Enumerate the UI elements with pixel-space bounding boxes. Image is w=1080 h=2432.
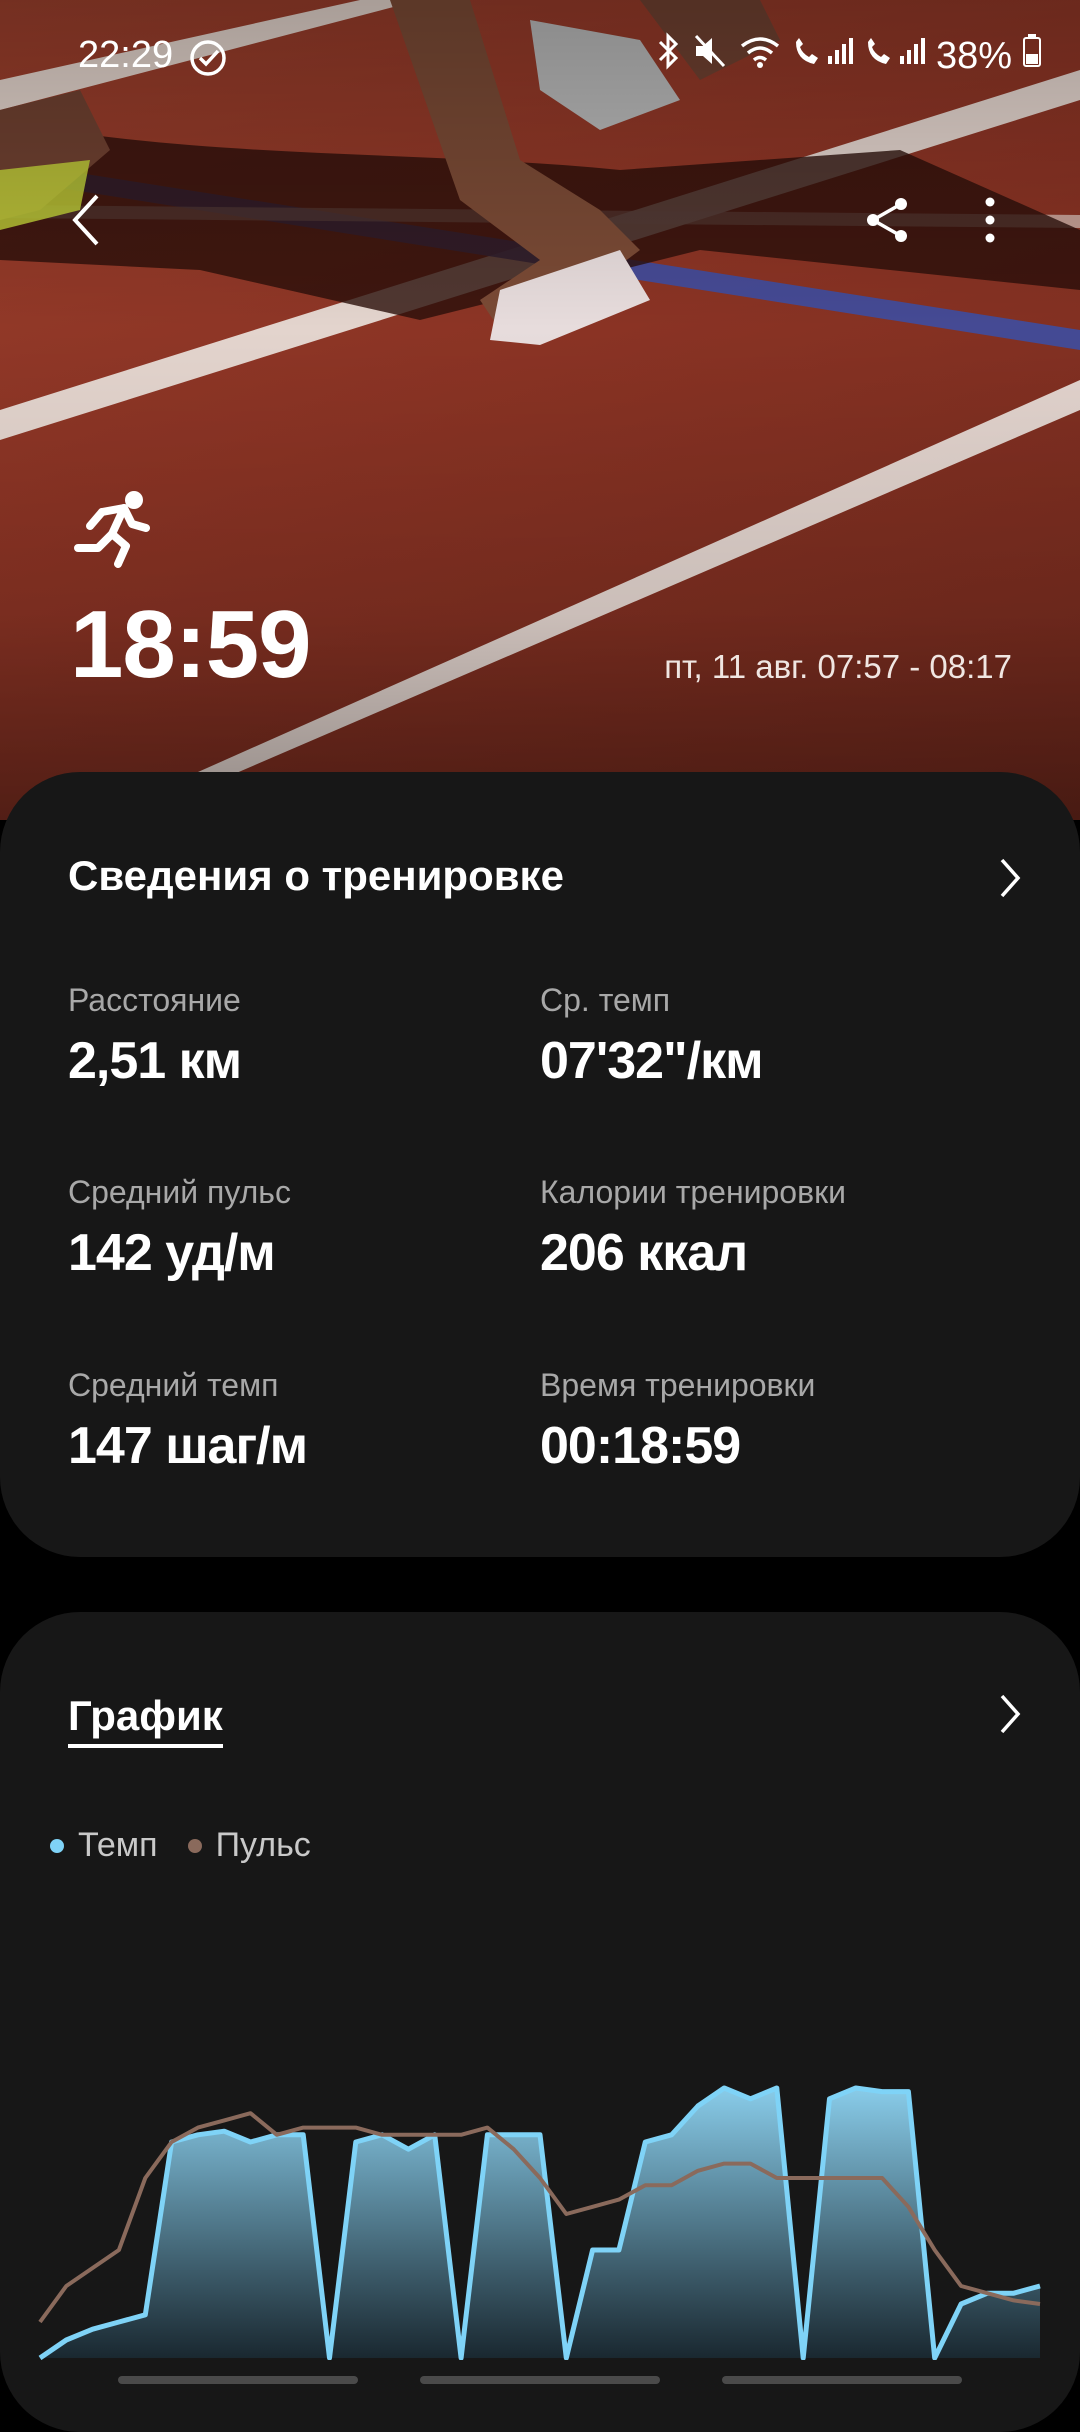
metric-value: 00:18:59 <box>540 1417 741 1475</box>
mute-icon <box>692 32 728 80</box>
metric-label: Средний пульс <box>68 1174 291 1210</box>
nav-handle-center <box>420 2376 660 2384</box>
more-vertical-icon <box>985 197 995 243</box>
status-bar: 22:29 38% <box>0 0 1080 110</box>
metric-avg-heart-rate: Средний пульс 142 уд/м <box>68 1174 291 1283</box>
legend-label: Пульс <box>215 1826 311 1864</box>
workout-details-card[interactable]: Сведения о тренировке Расстояние 2,51 км… <box>0 772 1080 1557</box>
wifi-icon <box>738 32 782 80</box>
status-time: 22:29 <box>78 34 174 76</box>
battery-percent: 38% <box>935 34 1012 77</box>
chevron-right-icon <box>1000 1694 1021 1734</box>
pace-series-area <box>40 2088 1040 2358</box>
metric-label: Расстояние <box>68 982 241 1018</box>
metric-label: Средний темп <box>68 1367 279 1403</box>
metric-distance: Расстояние 2,51 км <box>68 982 242 1091</box>
metric-value: 142 уд/м <box>68 1224 276 1282</box>
metric-label: Время тренировки <box>540 1367 816 1403</box>
call-signal-sim1-icon <box>792 32 854 80</box>
nav-handle-left <box>118 2376 358 2384</box>
chevron-right-icon <box>1000 858 1021 898</box>
workout-details-title: Сведения о тренировке <box>68 852 564 899</box>
metric-cadence: Средний темп 147 шаг/м <box>68 1367 308 1476</box>
workout-duration: 18:59 <box>70 591 312 698</box>
back-button[interactable] <box>52 185 122 255</box>
chevron-left-icon <box>72 194 99 246</box>
workout-details-chevron[interactable] <box>996 856 1024 905</box>
battery-icon <box>1022 32 1042 80</box>
metric-value: 07'32"/км <box>540 1032 764 1090</box>
hero-banner: 22:29 38% 18:59 пт, 11 авг. 07:57 - 08:1… <box>0 0 1080 820</box>
nav-handle-right <box>722 2376 962 2384</box>
share-button[interactable] <box>852 185 922 255</box>
call-signal-sim2-icon <box>864 32 926 80</box>
graph-title[interactable]: График <box>68 1692 223 1748</box>
more-options-button[interactable] <box>955 185 1025 255</box>
check-icon <box>188 38 228 88</box>
running-icon <box>72 488 156 573</box>
legend-dot <box>50 1838 64 1853</box>
legend-item-heart-rate[interactable]: Пульс <box>187 1826 311 1865</box>
legend-label: Темп <box>78 1826 158 1864</box>
graph-chevron[interactable] <box>996 1692 1024 1741</box>
pace-heart-rate-chart <box>38 2085 1041 2360</box>
metric-label: Ср. темп <box>540 982 671 1018</box>
metric-value: 206 ккал <box>540 1224 748 1282</box>
metric-avg-pace: Ср. темп 07'32"/км <box>540 982 764 1091</box>
graph-legend: Темп Пульс <box>50 1826 341 1865</box>
metric-value: 147 шаг/м <box>68 1417 308 1475</box>
legend-dot <box>187 1838 202 1853</box>
metric-calories: Калории тренировки 206 ккал <box>540 1174 846 1283</box>
workout-date-range: пт, 11 авг. 07:57 - 08:17 <box>664 648 1012 685</box>
metric-label: Калории тренировки <box>540 1174 846 1210</box>
legend-item-pace[interactable]: Темп <box>50 1826 158 1865</box>
status-icons: 38% <box>654 32 1042 80</box>
metric-workout-time: Время тренировки 00:18:59 <box>540 1367 815 1476</box>
metric-value: 2,51 км <box>68 1032 242 1090</box>
share-icon <box>867 198 907 242</box>
bluetooth-icon <box>654 32 682 80</box>
